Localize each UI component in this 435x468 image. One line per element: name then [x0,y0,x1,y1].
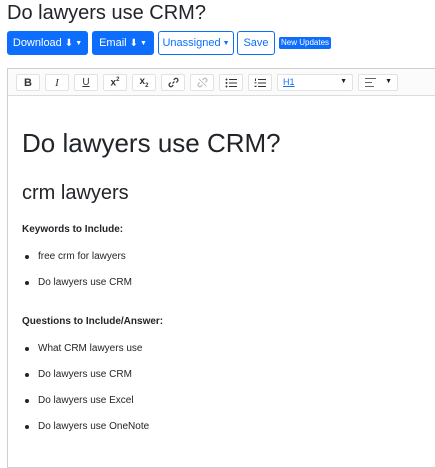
italic-button[interactable]: I [45,74,69,91]
underline-icon: U [82,77,90,88]
download-icon: ⬇ [129,37,138,49]
bold-button[interactable]: B [16,74,40,91]
keywords-list: free crm for lawyers Do lawyers use CRM [22,250,432,289]
underline-button[interactable]: U [74,74,98,91]
link-icon [168,77,178,88]
email-label: Email [99,37,127,49]
superscript-button[interactable]: x2 [103,74,127,91]
numbered-list-button[interactable] [248,74,272,91]
bullet-list-button[interactable] [219,74,243,91]
chevron-down-icon: ▼ [340,78,347,85]
page-title: Do lawyers use CRM? [7,2,206,24]
heading-format-select[interactable]: H1 ▼ [277,74,353,91]
download-button[interactable]: Download ⬇ ▼ [7,31,88,55]
chevron-down-icon: ▼ [75,39,83,47]
chevron-down-icon: ▼ [385,78,392,85]
content-heading-2: crm lawyers [22,182,129,204]
questions-label: Questions to Include/Answer: [22,316,164,327]
list-item: Do lawyers use OneNote [22,420,432,433]
list-item: Do lawyers use CRM [22,276,432,289]
content-heading-1: Do lawyers use CRM? [22,128,281,158]
italic-icon: I [55,76,59,89]
bold-icon: B [24,76,32,89]
download-icon: ⬇ [64,37,74,49]
list-item: free crm for lawyers [22,250,432,263]
link-button[interactable] [161,74,185,91]
chevron-down-icon: ▼ [139,39,147,47]
editor-toolbar: B I U x2 x2 H1 ▼ ▼ [8,69,435,96]
numbered-list-icon [254,78,266,87]
save-button[interactable]: Save [237,31,275,55]
editor-content[interactable]: Do lawyers use CRM? crm lawyers Keywords… [22,127,432,433]
unlink-icon [197,77,207,88]
heading-format-value: H1 [283,77,295,87]
subscript-button[interactable]: x2 [132,74,156,91]
list-item: Do lawyers use CRM [22,368,432,381]
assign-dropdown[interactable]: Unassigned ▼ [158,31,234,55]
new-updates-badge[interactable]: New Updates [279,37,332,49]
superscript-icon: x2 [110,76,120,89]
list-item: Do lawyers use Excel [22,394,432,407]
action-toolbar: Download ⬇ ▼ Email ⬇ ▼ Unassigned ▼ Save… [7,31,332,55]
download-label: Download [12,37,62,49]
email-button[interactable]: Email ⬇ ▼ [92,31,154,55]
align-select[interactable]: ▼ [358,74,398,91]
rich-text-editor: B I U x2 x2 H1 ▼ ▼ Do lawyers use CRM? c… [7,68,435,468]
bullet-list-icon [225,78,237,87]
list-item: What CRM lawyers use [22,342,432,355]
unlink-button[interactable] [190,74,214,91]
questions-list: What CRM lawyers use Do lawyers use CRM … [22,342,432,433]
subscript-icon: x2 [139,76,149,89]
keywords-label: Keywords to Include: [22,224,124,235]
assign-label: Unassigned [162,37,221,49]
align-left-icon [365,78,376,87]
chevron-down-icon: ▼ [222,39,230,47]
